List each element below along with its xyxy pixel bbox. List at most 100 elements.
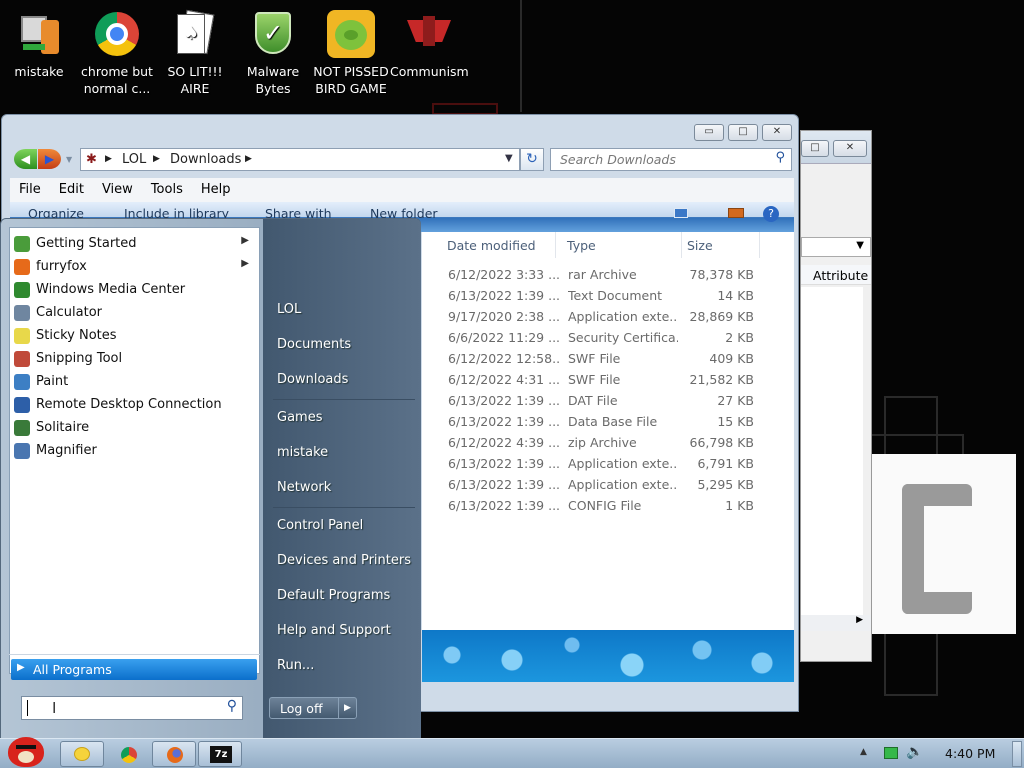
cell-date: 6/6/2022 11:29 ... — [448, 330, 560, 345]
breadcrumb-item-lol[interactable]: LOL — [122, 152, 146, 167]
desktop-icon-label: SO LIT!!! AIRE — [167, 64, 223, 96]
table-row[interactable]: 6/13/2022 1:39 ... Data Base File 15 KB — [422, 411, 794, 432]
column-header-date[interactable]: Date modified — [442, 232, 556, 258]
menu-help[interactable]: Help — [192, 178, 240, 197]
show-desktop-button[interactable] — [1012, 741, 1022, 767]
view-options-icon[interactable] — [674, 208, 688, 218]
table-row[interactable]: 6/12/2022 12:58... SWF File 409 KB — [422, 348, 794, 369]
volume-icon[interactable]: 🔈 — [906, 744, 923, 760]
desktop-icon-malwarebytes[interactable]: ✓ Malware Bytes — [234, 4, 312, 97]
refresh-icon[interactable]: ↻ — [520, 148, 544, 171]
log-off-options-icon[interactable]: ▶ — [338, 698, 356, 718]
divider — [9, 654, 260, 655]
show-hidden-icons-icon[interactable]: ▲ — [860, 747, 867, 757]
close-button[interactable]: ✕ — [833, 140, 867, 157]
start-item-network[interactable]: Network — [277, 480, 331, 495]
program-item[interactable]: Calculator — [10, 301, 259, 324]
table-row[interactable]: 6/12/2022 4:39 ... zip Archive 66,798 KB — [422, 432, 794, 453]
desktop-icon-solitaire[interactable]: ♠ SO LIT!!! AIRE — [156, 4, 234, 97]
desktop-icon-label: mistake — [14, 64, 64, 79]
menu-edit[interactable]: Edit — [50, 178, 93, 197]
help-icon[interactable]: ? — [763, 206, 779, 222]
forward-arrow-icon[interactable]: ▶ — [38, 149, 61, 169]
column-header-size[interactable]: Size — [682, 232, 760, 258]
table-row[interactable]: 6/13/2022 1:39 ... Application exte... 6,7… — [422, 453, 794, 474]
log-off-button[interactable]: Log off ▶ — [269, 697, 357, 719]
calculator-icon — [14, 305, 30, 321]
program-item[interactable]: Snipping Tool — [10, 347, 259, 370]
table-row[interactable]: 6/13/2022 1:39 ... CONFIG File 1 KB — [422, 495, 794, 516]
address-bar[interactable]: ✱ ▶ LOL ▶ Downloads ▶ ▼ — [80, 148, 520, 171]
table-row[interactable]: 6/6/2022 11:29 ... Security Certifica... 2… — [422, 327, 794, 348]
start-item-control-panel[interactable]: Control Panel — [277, 518, 363, 533]
program-item[interactable]: Remote Desktop Connection — [10, 393, 259, 416]
desktop-icon-label: chrome but normal c... — [81, 64, 153, 96]
close-button[interactable]: ✕ — [762, 124, 792, 141]
start-search-input[interactable]: I ⚲ — [21, 696, 243, 720]
program-item[interactable]: Windows Media Center — [10, 278, 259, 301]
7zip-taskbar-button[interactable]: 7z — [198, 741, 242, 767]
clock[interactable]: 4:40 PM — [945, 746, 995, 761]
table-row[interactable]: 6/12/2022 4:31 ... SWF File 21,582 KB — [422, 369, 794, 390]
program-item[interactable]: Paint — [10, 370, 259, 393]
desktop-icon-label: Malware Bytes — [246, 64, 300, 96]
minimize-button[interactable]: ▭ — [694, 124, 724, 141]
program-item[interactable]: Sticky Notes — [10, 324, 259, 347]
path-dropdown[interactable]: ▼ — [801, 237, 871, 257]
cell-size: 78,378 KB — [689, 267, 754, 282]
cell-type: Text Document — [568, 288, 663, 303]
breadcrumb-item-downloads[interactable]: Downloads — [170, 152, 241, 167]
preview-pane-icon[interactable] — [728, 208, 744, 218]
table-row[interactable]: 6/13/2022 1:39 ... DAT File 27 KB — [422, 390, 794, 411]
recent-pages-chevron-icon[interactable]: ▼ — [66, 155, 72, 164]
firefox-icon — [14, 259, 30, 275]
restore-button[interactable]: □ — [801, 140, 829, 157]
solitaire-cards-icon: ♠ — [171, 9, 219, 58]
scrollbar-right-arrow[interactable]: ▶ — [801, 615, 871, 631]
table-row[interactable]: 9/17/2020 2:38 ... Application exte... 28,… — [422, 306, 794, 327]
maximize-button[interactable]: □ — [728, 124, 758, 141]
network-icon[interactable] — [884, 747, 898, 759]
program-item[interactable]: Magnifier — [10, 439, 259, 462]
cell-type: SWF File — [568, 351, 621, 366]
sticky-notes-icon — [14, 328, 30, 344]
table-row[interactable]: 6/13/2022 1:39 ... Application exte... 5,2… — [422, 474, 794, 495]
start-item-devices-and-printers[interactable]: Devices and Printers — [277, 553, 411, 568]
background-explorer-window[interactable]: □ ✕ ▼ Attribute ▶ — [800, 130, 872, 662]
cell-size: 27 KB — [717, 393, 754, 408]
firefox-taskbar-button[interactable] — [152, 741, 196, 767]
desktop-icon-bird-game[interactable]: NOT PISSED BIRD GAME — [312, 4, 390, 97]
cell-type: Data Base File — [568, 414, 658, 429]
address-dropdown-icon[interactable]: ▼ — [505, 153, 513, 164]
column-header-type[interactable]: Type — [562, 232, 682, 258]
start-item-help-and-support[interactable]: Help and Support — [277, 623, 391, 638]
search-icon[interactable]: ⚲ — [775, 150, 785, 165]
program-item[interactable]: furryfox ▶ — [10, 255, 259, 278]
table-row[interactable]: 6/12/2022 3:33 ... rar Archive 78,378 KB — [422, 264, 794, 285]
start-item-default-programs[interactable]: Default Programs — [277, 588, 390, 603]
all-programs-button[interactable]: ▶ All Programs — [11, 659, 257, 680]
start-item-run[interactable]: Run... — [277, 658, 314, 673]
file-manager-taskbar-button[interactable] — [60, 741, 104, 767]
program-item[interactable]: Getting Started ▶ — [10, 232, 259, 255]
table-row[interactable]: 6/13/2022 1:39 ... Text Document 14 KB — [422, 285, 794, 306]
menu-tools[interactable]: Tools — [142, 178, 192, 197]
program-item[interactable]: Solitaire — [10, 416, 259, 439]
text-cursor — [27, 700, 28, 716]
start-item-documents[interactable]: Documents — [277, 337, 351, 352]
start-item-lol[interactable]: LOL — [277, 302, 301, 317]
desktop-icon-communism[interactable]: Communism — [390, 4, 469, 80]
search-icon[interactable]: ⚲ — [227, 698, 237, 714]
start-item-games[interactable]: Games — [277, 410, 322, 425]
angry-bird-start-icon[interactable] — [4, 733, 48, 767]
desktop-icon-chrome[interactable]: chrome but normal c... — [78, 4, 156, 97]
back-arrow-icon[interactable]: ◀ — [14, 149, 37, 169]
start-item-mistake[interactable]: mistake — [277, 445, 328, 460]
start-item-downloads[interactable]: Downloads — [277, 372, 348, 387]
menu-file[interactable]: File — [10, 178, 50, 197]
chrome-taskbar-button[interactable] — [106, 741, 150, 767]
menu-view[interactable]: View — [93, 178, 142, 197]
column-header-attributes[interactable]: Attribute — [801, 265, 871, 285]
desktop-icon-mistake[interactable]: mistake — [0, 4, 78, 80]
search-input[interactable]: Search Downloads ⚲ — [550, 148, 792, 171]
